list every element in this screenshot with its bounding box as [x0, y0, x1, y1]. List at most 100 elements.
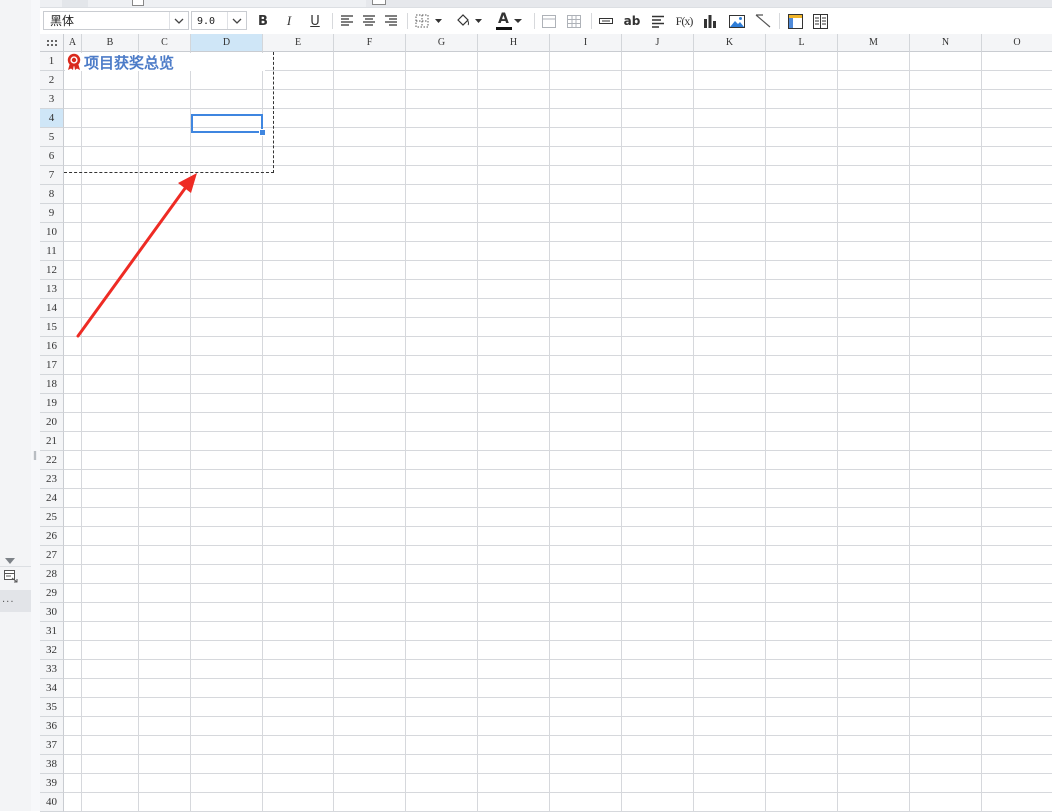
tab-strip-icon[interactable]: [372, 0, 386, 5]
border-button[interactable]: [414, 8, 446, 34]
row-header-13[interactable]: 13: [40, 280, 64, 299]
more-button[interactable]: ...: [0, 590, 31, 612]
grid-line: [64, 716, 1052, 717]
grid-line: [64, 450, 1052, 451]
row-header-31[interactable]: 31: [40, 622, 64, 641]
row-header-18[interactable]: 18: [40, 375, 64, 394]
column-header-m[interactable]: M: [838, 34, 910, 52]
column-header-k[interactable]: K: [694, 34, 766, 52]
font-color-button[interactable]: A: [492, 8, 526, 34]
text-field-icon[interactable]: [598, 8, 614, 34]
slash-line-icon[interactable]: [754, 8, 772, 34]
row-header-28[interactable]: 28: [40, 565, 64, 584]
font-family-select[interactable]: 黑体: [43, 11, 189, 30]
column-layout-icon[interactable]: [811, 8, 829, 34]
fill-color-button[interactable]: [454, 8, 486, 34]
row-header-4[interactable]: 4: [40, 109, 64, 128]
column-header-c[interactable]: C: [139, 34, 191, 52]
freeze-pane-icon[interactable]: [786, 8, 804, 34]
row-header-2[interactable]: 2: [40, 71, 64, 90]
row-header-38[interactable]: 38: [40, 755, 64, 774]
row-header-9[interactable]: 9: [40, 204, 64, 223]
row-header-14[interactable]: 14: [40, 299, 64, 318]
selected-cell-d4[interactable]: [191, 114, 263, 133]
align-left-icon[interactable]: [339, 8, 355, 34]
bar-chart-icon[interactable]: [702, 8, 718, 34]
column-header-g[interactable]: G: [406, 34, 478, 52]
chevron-down-icon[interactable]: [169, 12, 188, 29]
row-header-21[interactable]: 21: [40, 432, 64, 451]
chevron-down-icon[interactable]: [227, 12, 246, 29]
tab-strip-tab[interactable]: [62, 0, 88, 7]
splitter-grip-icon[interactable]: ‖: [32, 451, 38, 461]
row-header-17[interactable]: 17: [40, 356, 64, 375]
column-header-h[interactable]: H: [478, 34, 550, 52]
bold-button[interactable]: B: [255, 8, 271, 34]
row-header-8[interactable]: 8: [40, 185, 64, 204]
column-header-f[interactable]: F: [334, 34, 406, 52]
align-right-icon[interactable]: [383, 8, 399, 34]
cell-a1[interactable]: 项目获奖总览: [65, 53, 265, 72]
font-size-select[interactable]: 9.0: [191, 11, 247, 30]
align-center-icon[interactable]: [361, 8, 377, 34]
row-header-23[interactable]: 23: [40, 470, 64, 489]
collapse-arrow-icon[interactable]: [5, 558, 15, 564]
row-header-37[interactable]: 37: [40, 736, 64, 755]
row-header-30[interactable]: 30: [40, 603, 64, 622]
row-header-3[interactable]: 3: [40, 90, 64, 109]
spreadsheet-grid[interactable]: ABCDEFGHIJKLMNO 1 2 3 4 5 6 7 8 9 10 11 12 13 14 15 16 1…: [40, 34, 1052, 812]
row-header-12[interactable]: 12: [40, 261, 64, 280]
grid-line: [64, 564, 1052, 565]
row-header-16[interactable]: 16: [40, 337, 64, 356]
fill-handle[interactable]: [259, 129, 266, 136]
column-header-a[interactable]: A: [64, 34, 82, 52]
text-label-button[interactable]: ab: [622, 8, 642, 34]
row-header-39[interactable]: 39: [40, 774, 64, 793]
row-header-5[interactable]: 5: [40, 128, 64, 147]
row-header-15[interactable]: 15: [40, 318, 64, 337]
column-header-b[interactable]: B: [82, 34, 139, 52]
tab-strip-icon[interactable]: [132, 0, 144, 6]
grid-line: [64, 241, 1052, 242]
sheet-title: 项目获奖总览: [84, 53, 175, 72]
cell-properties-icon[interactable]: [4, 570, 18, 583]
merge-cells-icon[interactable]: [541, 8, 557, 34]
row-header-10[interactable]: 10: [40, 223, 64, 242]
formula-button[interactable]: F(x): [674, 8, 694, 34]
row-header-34[interactable]: 34: [40, 679, 64, 698]
column-header-d[interactable]: D: [191, 34, 263, 52]
row-header-7[interactable]: 7: [40, 166, 64, 185]
underline-button[interactable]: U: [307, 8, 323, 34]
row-header-40[interactable]: 40: [40, 793, 64, 812]
grid-line: [64, 526, 1052, 527]
column-header-n[interactable]: N: [910, 34, 982, 52]
split-cells-icon[interactable]: [566, 8, 582, 34]
row-header-35[interactable]: 35: [40, 698, 64, 717]
image-icon[interactable]: [728, 8, 746, 34]
row-header-33[interactable]: 33: [40, 660, 64, 679]
row-header-6[interactable]: 6: [40, 147, 64, 166]
italic-button[interactable]: I: [281, 8, 297, 34]
row-header-27[interactable]: 27: [40, 546, 64, 565]
column-header-e[interactable]: E: [263, 34, 334, 52]
row-header-19[interactable]: 19: [40, 394, 64, 413]
row-header-22[interactable]: 22: [40, 451, 64, 470]
paragraph-icon[interactable]: [650, 8, 666, 34]
row-header-26[interactable]: 26: [40, 527, 64, 546]
column-header-i[interactable]: I: [550, 34, 622, 52]
column-header-j[interactable]: J: [622, 34, 694, 52]
border-icon: [415, 14, 442, 28]
grid-line: [64, 678, 1052, 679]
row-header-11[interactable]: 11: [40, 242, 64, 261]
column-header-l[interactable]: L: [766, 34, 838, 52]
row-header-24[interactable]: 24: [40, 489, 64, 508]
row-header-25[interactable]: 25: [40, 508, 64, 527]
select-all-corner[interactable]: [40, 34, 64, 52]
column-header-o[interactable]: O: [982, 34, 1052, 52]
row-header-32[interactable]: 32: [40, 641, 64, 660]
row-header-36[interactable]: 36: [40, 717, 64, 736]
grid-dots-icon: [47, 40, 57, 46]
row-header-20[interactable]: 20: [40, 413, 64, 432]
row-header-29[interactable]: 29: [40, 584, 64, 603]
row-header-1[interactable]: 1: [40, 52, 64, 71]
